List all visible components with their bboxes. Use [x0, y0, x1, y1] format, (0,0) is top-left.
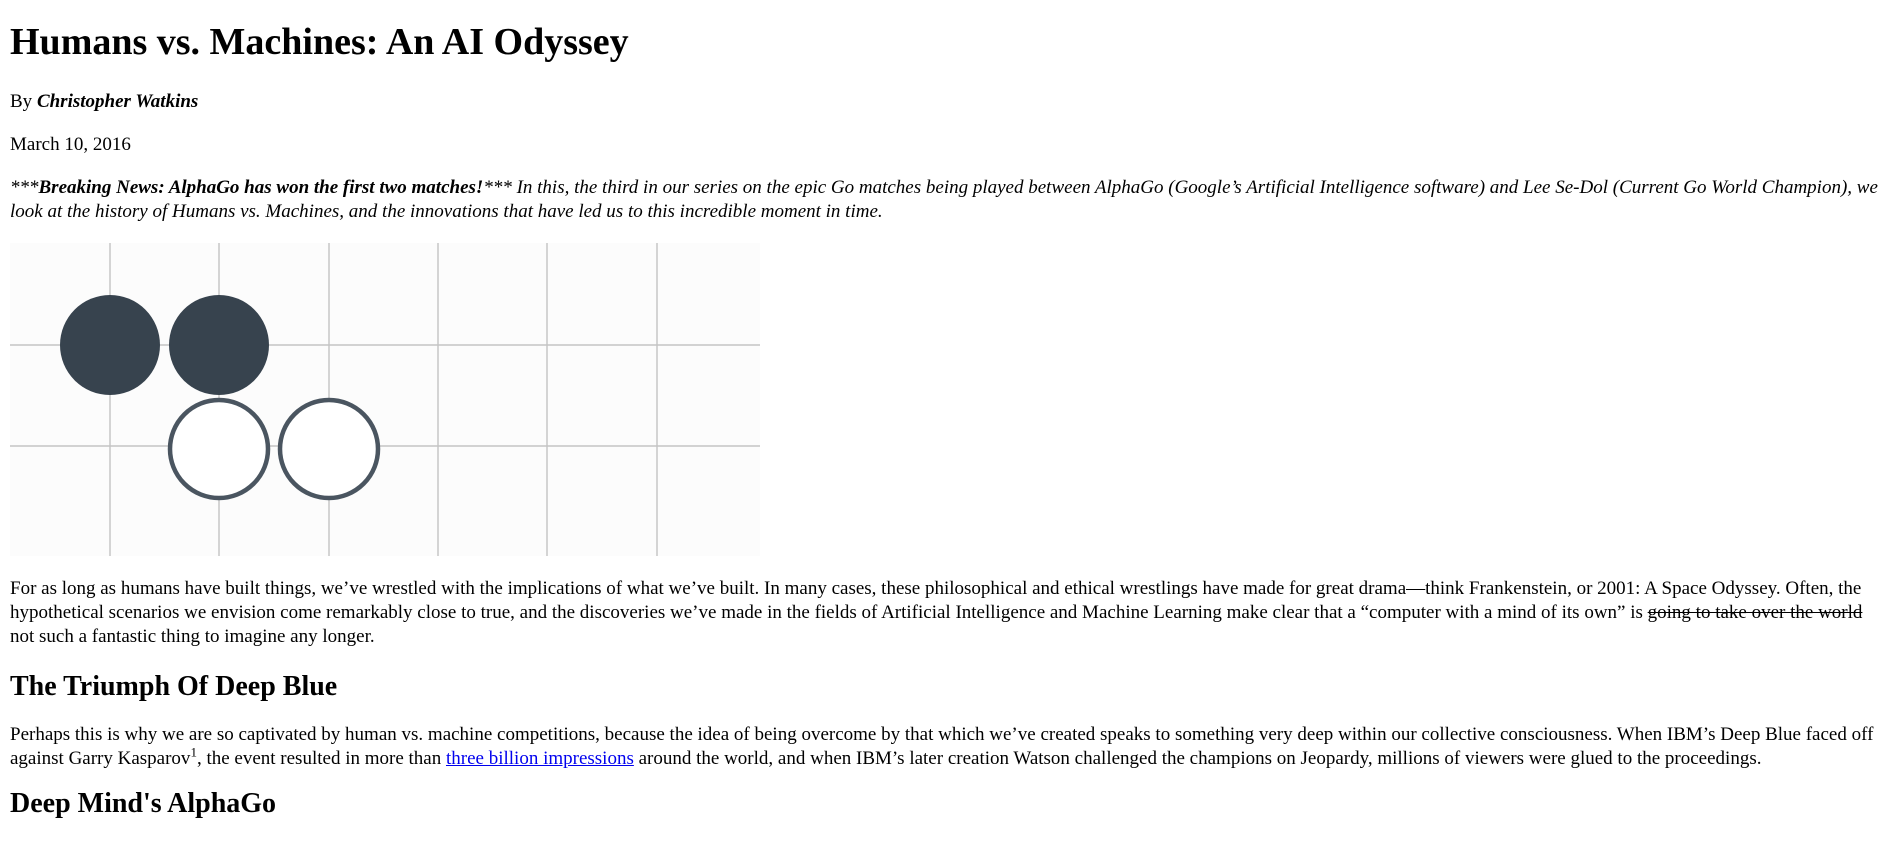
body-paragraph-1: For as long as humans have built things,…	[10, 577, 1891, 649]
black-stone-icon	[60, 295, 160, 395]
white-stone-icon	[277, 397, 381, 501]
board-background	[10, 243, 760, 556]
para2-end: around the world, and when IBM’s later c…	[633, 748, 1762, 769]
byline-prefix: By	[10, 91, 37, 112]
intro-marker-close: ***	[483, 177, 512, 198]
struck-text: going to take over the world	[1647, 602, 1863, 623]
para1-text: For as long as humans have built things,…	[10, 578, 1862, 623]
author-name: Christopher Watkins	[36, 91, 199, 112]
section-heading-alphago: Deep Mind's AlphaGo	[10, 788, 277, 819]
byline: By Christopher Watkins	[10, 90, 1891, 114]
three-billion-impressions-link[interactable]: three billion impressions	[446, 748, 634, 769]
intro-marker-open: ***	[10, 177, 39, 198]
breaking-news-text: Breaking News: AlphaGo has won the first…	[38, 177, 484, 198]
article: Humans vs. Machines: An AI Odyssey By Ch…	[0, 0, 1901, 823]
black-stone-icon	[169, 295, 269, 395]
intro-paragraph: ***Breaking News: AlphaGo has won the fi…	[10, 176, 1891, 224]
para2-mid: , the event resulted in more than	[196, 748, 446, 769]
para1-end: not such a fantastic thing to imagine an…	[10, 626, 375, 647]
body-paragraph-2: Perhaps this is why we are so captivated…	[10, 723, 1891, 771]
go-board-illustration	[10, 243, 760, 556]
article-title: Humans vs. Machines: An AI Odyssey	[10, 21, 629, 63]
white-stone-icon	[167, 397, 271, 501]
publish-date: March 10, 2016	[10, 134, 131, 155]
section-heading-deep-blue: The Triumph Of Deep Blue	[10, 671, 338, 702]
